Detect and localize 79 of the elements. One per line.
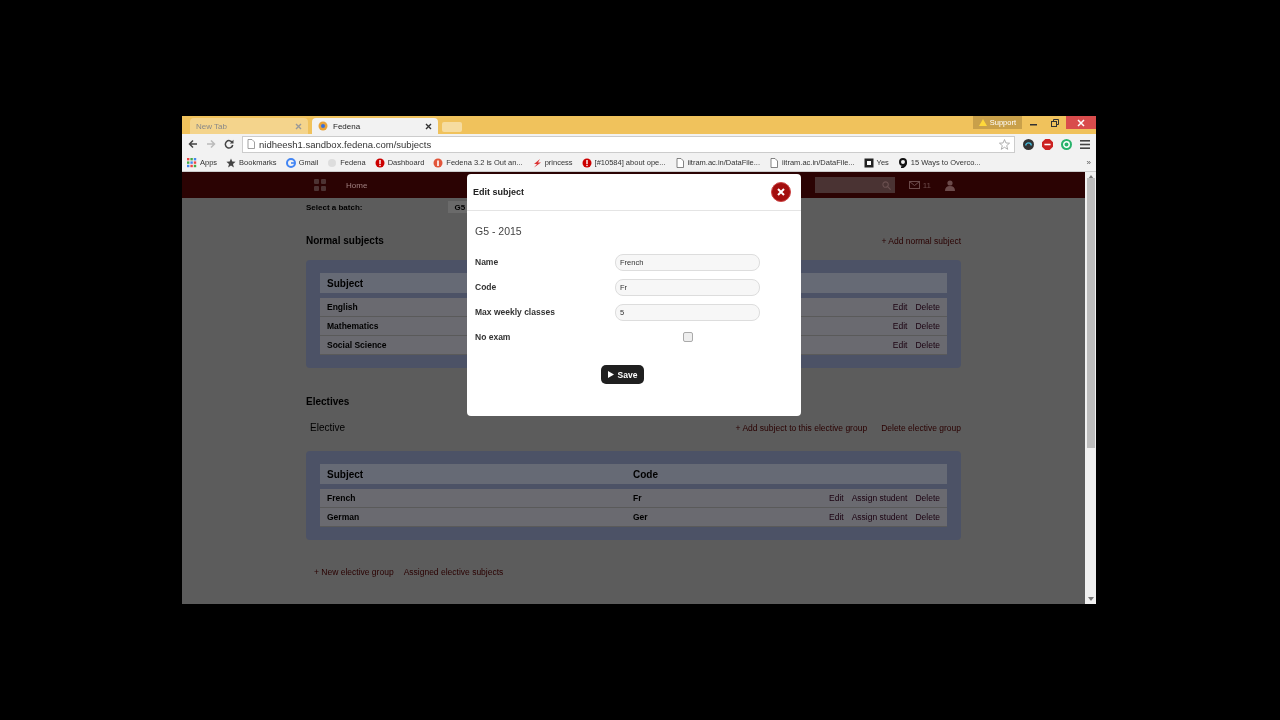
star-icon: [226, 157, 237, 168]
table-cell: Ger: [633, 512, 648, 522]
field-label: Max weekly classes: [475, 307, 555, 317]
close-icon: [777, 188, 785, 196]
page-icon: [674, 157, 685, 168]
circle-icon: [433, 157, 444, 168]
action-link[interactable]: Edit: [829, 512, 844, 522]
dialog-title: Edit subject: [473, 187, 524, 197]
scroll-down-icon[interactable]: [1087, 597, 1094, 601]
scrollbar[interactable]: [1085, 172, 1096, 604]
action-link[interactable]: Delete: [915, 512, 940, 522]
footer-link[interactable]: Assigned elective subjects: [403, 567, 504, 577]
delete-group-link[interactable]: Delete elective group: [881, 422, 961, 433]
action-link[interactable]: Edit: [892, 321, 908, 331]
table-cell: English: [327, 302, 358, 312]
action-link[interactable]: Delete: [915, 493, 940, 503]
address-bar[interactable]: nidheesh1.sandbox.fedena.com/subjects: [242, 135, 1015, 153]
action-link[interactable]: Edit: [829, 493, 844, 503]
home-link[interactable]: Home: [346, 180, 368, 190]
menu-icon[interactable]: [1080, 139, 1090, 149]
table-cell: Fr: [633, 493, 642, 503]
page-icon: [247, 139, 255, 149]
action-link[interactable]: Delete: [915, 302, 940, 312]
column-header: Code: [633, 468, 658, 480]
search-icon: [881, 180, 891, 190]
section-title: Electives: [306, 396, 350, 407]
close-button[interactable]: [1066, 116, 1096, 129]
gauge-icon[interactable]: [1023, 138, 1034, 150]
footer-link[interactable]: + New elective group: [314, 567, 394, 577]
reload-icon[interactable]: [224, 139, 234, 149]
stop-icon[interactable]: [1042, 138, 1053, 150]
apps-icon: [187, 157, 197, 168]
field-label: Name: [475, 257, 499, 267]
scrollbar-thumb[interactable]: [1086, 178, 1095, 448]
checkbox[interactable]: [682, 332, 693, 342]
action-link[interactable]: Edit: [892, 302, 908, 312]
close-button[interactable]: [771, 182, 791, 202]
warning-icon: [978, 119, 987, 126]
column-header: Subject: [327, 468, 365, 480]
group-title: Elective: [310, 422, 345, 433]
action-link[interactable]: Delete: [915, 340, 940, 350]
add-subject-link[interactable]: + Add subject to this elective group: [735, 422, 868, 433]
user-icon[interactable]: [945, 179, 955, 191]
batch-select[interactable]: G5: [448, 201, 470, 213]
column-header: Subject: [327, 277, 364, 289]
batch-label: Select a batch:: [306, 202, 363, 212]
action-link[interactable]: Delete: [915, 321, 940, 331]
alert-icon: [581, 157, 592, 168]
batch-name: G5 - 2015: [475, 225, 523, 237]
table-cell-text: German: [327, 512, 361, 522]
logo-icon: [318, 121, 328, 131]
browser-tab[interactable]: Fedena: [312, 118, 438, 134]
action-link[interactable]: Assign student: [851, 512, 908, 522]
circle-icon[interactable]: [1061, 138, 1072, 150]
alert-icon: [374, 157, 385, 168]
save-button[interactable]: Save: [600, 365, 645, 384]
table-cell: Mathematics: [327, 321, 379, 331]
action-link[interactable]: Edit: [892, 340, 908, 350]
swirl-icon: [897, 157, 908, 168]
page-icon: [769, 157, 780, 168]
back-icon[interactable]: [188, 139, 198, 149]
square-icon: [863, 157, 874, 168]
section-title: Normal subjects: [306, 235, 384, 246]
table-cell-text: French: [327, 493, 357, 503]
search-field[interactable]: [814, 177, 895, 193]
circle-icon: [285, 157, 296, 168]
restore-icon: [1051, 118, 1059, 127]
star-icon[interactable]: [999, 138, 1010, 150]
add-normal-subject-link[interactable]: + Add normal subject: [881, 235, 961, 246]
play-icon: [607, 371, 614, 378]
close-icon: [1077, 118, 1085, 127]
table-cell: Social Science: [327, 340, 387, 350]
field-label: Code: [475, 282, 497, 292]
field-label: No exam: [475, 332, 511, 342]
close-icon[interactable]: [425, 122, 432, 130]
browser-tab[interactable]: New Tab: [190, 118, 308, 134]
envelope-icon: [908, 181, 920, 189]
action-link[interactable]: Assign student: [851, 493, 908, 503]
more-bookmarks-button[interactable]: »: [1086, 158, 1091, 167]
